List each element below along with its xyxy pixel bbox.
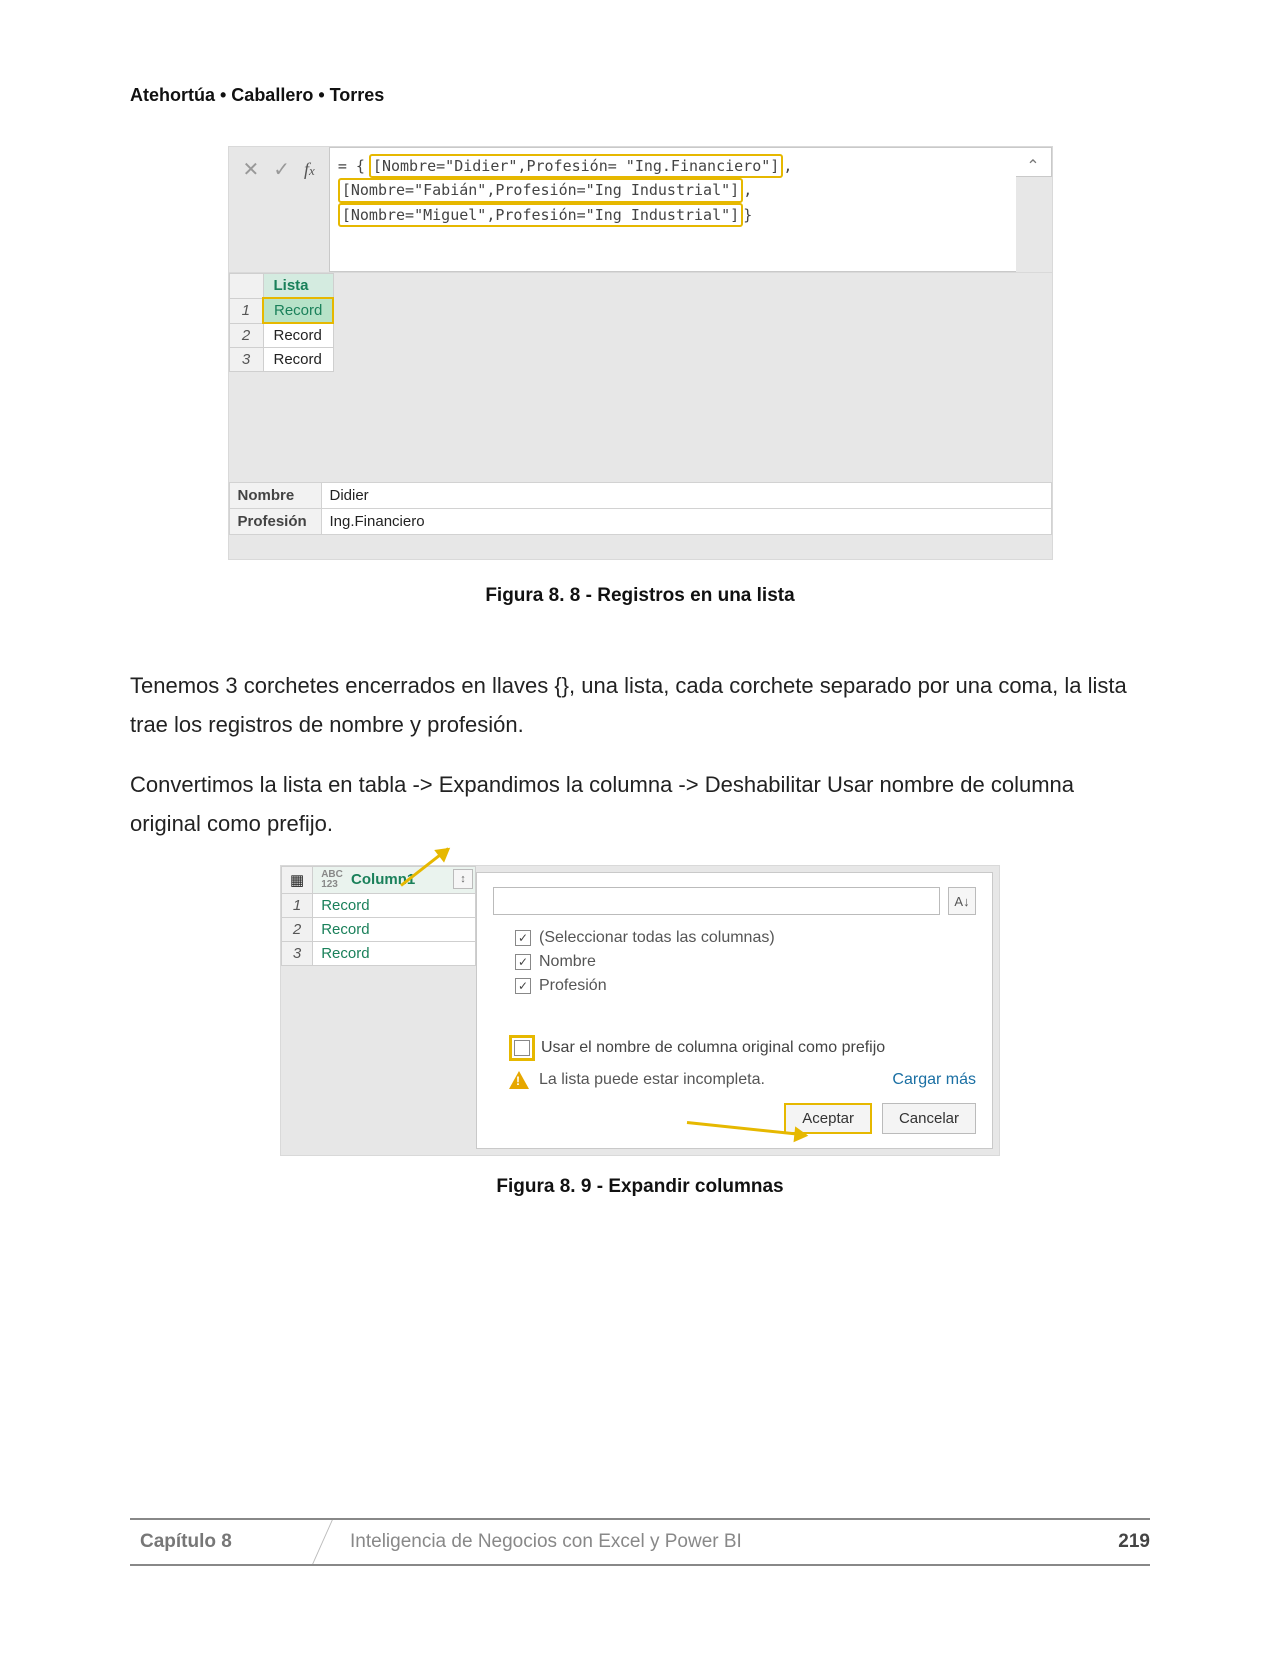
column-header[interactable]: ABC123 Column1 ↕: [313, 867, 476, 894]
row-number: 3: [282, 942, 313, 966]
book-title: Inteligencia de Negocios con Excel y Pow…: [310, 1531, 1070, 1553]
page-footer: Capítulo 8 Inteligencia de Negocios con …: [130, 1518, 1150, 1566]
list-cell[interactable]: Record: [263, 323, 333, 348]
warning-text: La lista puede estar incompleta.: [539, 1071, 765, 1089]
list-table: Lista 1Record 2Record 3Record: [229, 273, 335, 372]
warning-icon: [509, 1071, 529, 1089]
checkbox-prefix[interactable]: [514, 1040, 530, 1056]
row-number: 3: [229, 348, 263, 372]
detail-label: Nombre: [229, 483, 321, 509]
chapter-label: Capítulo 8: [130, 1520, 310, 1564]
sort-icon[interactable]: A↓: [948, 887, 976, 915]
page-number: 219: [1070, 1531, 1150, 1553]
row-number: 2: [282, 918, 313, 942]
checkbox-icon[interactable]: ✓: [515, 954, 531, 970]
record-cell[interactable]: Record: [313, 918, 476, 942]
load-more-link[interactable]: Cargar más: [892, 1071, 976, 1089]
paragraph: Tenemos 3 corchetes encerrados en llaves…: [130, 667, 1150, 744]
list-header[interactable]: Lista: [263, 274, 333, 299]
checkbox-select-all[interactable]: ✓ (Seleccionar todas las columnas): [515, 929, 976, 947]
column-table: ▦ ABC123 Column1 ↕ 1Record 2Record 3Reco…: [281, 866, 476, 966]
cancel-icon[interactable]: ✕: [243, 157, 260, 182]
search-input[interactable]: [493, 887, 940, 915]
figure-8-9-caption: Figura 8. 9 - Expandir columnas: [130, 1176, 1150, 1198]
accept-icon[interactable]: ✓: [273, 157, 290, 182]
prefix-label: Usar el nombre de columna original como …: [541, 1039, 885, 1057]
expand-caret-icon[interactable]: ⌃: [1016, 147, 1052, 177]
figure-8-8-caption: Figura 8. 8 - Registros en una lista: [130, 585, 1150, 607]
expand-dialog: A↓ ✓ (Seleccionar todas las columnas) ✓ …: [476, 872, 993, 1149]
checkbox-nombre[interactable]: ✓ Nombre: [515, 953, 976, 971]
fx-icon[interactable]: fx: [304, 159, 315, 180]
row-number: 2: [229, 323, 263, 348]
list-cell[interactable]: Record: [263, 348, 333, 372]
table-icon[interactable]: ▦: [282, 867, 313, 894]
detail-value: Ing.Financiero: [321, 509, 1051, 535]
list-cell[interactable]: Record: [263, 298, 333, 323]
paragraph: Convertimos la lista en tabla -> Expandi…: [130, 766, 1150, 843]
row-number: 1: [282, 894, 313, 918]
record-cell[interactable]: Record: [313, 894, 476, 918]
corner-cell: [229, 274, 263, 299]
formula-text[interactable]: = {[Nombre="Didier",Profesión= "Ing.Fina…: [329, 147, 1016, 272]
figure-8-9: ▦ ABC123 Column1 ↕ 1Record 2Record 3Reco…: [280, 865, 1000, 1156]
cancel-button[interactable]: Cancelar: [882, 1103, 976, 1134]
row-number: 1: [229, 298, 263, 323]
type-icon: ABC123: [321, 870, 343, 890]
checkbox-icon[interactable]: ✓: [515, 930, 531, 946]
record-detail: Nombre Didier Profesión Ing.Financiero: [229, 482, 1052, 535]
figure-8-8: ✕ ✓ fx = {[Nombre="Didier",Profesión= "I…: [228, 146, 1053, 560]
checkbox-profesion[interactable]: ✓ Profesión: [515, 977, 976, 995]
expand-column-icon[interactable]: ↕: [453, 869, 473, 889]
record-cell[interactable]: Record: [313, 942, 476, 966]
page-authors: Atehortúa • Caballero • Torres: [130, 85, 1150, 106]
detail-label: Profesión: [229, 509, 321, 535]
checkbox-icon[interactable]: ✓: [515, 978, 531, 994]
formula-bar: ✕ ✓ fx = {[Nombre="Didier",Profesión= "I…: [229, 147, 1052, 273]
detail-value: Didier: [321, 483, 1051, 509]
